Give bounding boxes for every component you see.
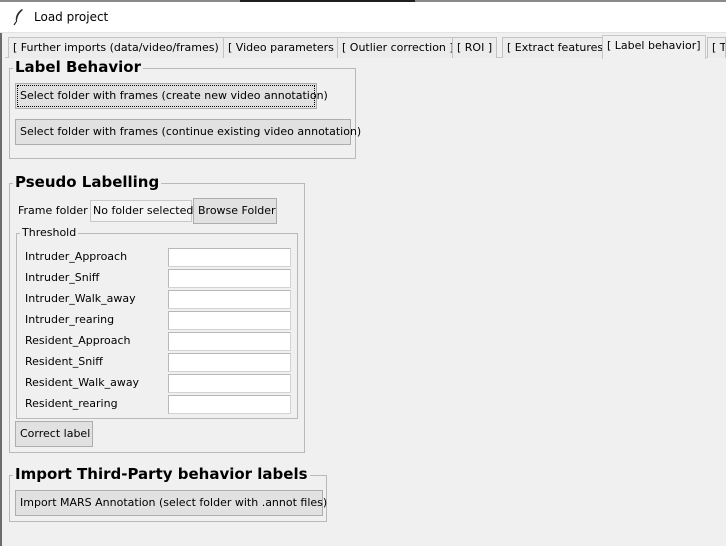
correct-label-button[interactable]: Correct label — [15, 421, 93, 447]
threshold-input[interactable] — [168, 353, 291, 372]
threshold-input[interactable] — [168, 269, 291, 288]
threshold-label: Intruder_Walk_away — [25, 292, 136, 305]
threshold-input[interactable] — [168, 395, 291, 414]
threshold-label: Intruder_Approach — [25, 250, 128, 263]
import-mars-button[interactable]: Import MARS Annotation (select folder wi… — [15, 490, 327, 516]
threshold-input[interactable] — [168, 374, 291, 393]
folder-status: No folder selected — [90, 200, 193, 222]
threshold-label: Intruder_Sniff — [25, 271, 100, 284]
tab-outlier-correction[interactable]: [ Outlier correction ] — [337, 37, 459, 58]
threshold-label: Resident_Sniff — [25, 355, 103, 368]
threshold-label: Resident_rearing — [25, 397, 118, 410]
tab-roi[interactable]: [ ROI ] — [452, 37, 498, 58]
pseudo-labelling-title: Pseudo Labelling — [13, 173, 162, 191]
label-behavior-frame — [9, 68, 356, 159]
tab-further-imports[interactable]: [ Further imports (data/video/frames) ] — [8, 37, 232, 58]
label-behavior-title: Label Behavior — [13, 58, 143, 76]
tab-truncated[interactable]: [ T — [707, 37, 726, 58]
tab-label-behavior[interactable]: [ Label behavior] — [602, 35, 706, 59]
threshold-label: Intruder_rearing — [25, 313, 115, 326]
threshold-label: Resident_Walk_away — [25, 376, 140, 389]
threshold-input[interactable] — [168, 248, 291, 267]
window-title: Load project — [34, 10, 109, 24]
threshold-label: Resident_Approach — [25, 334, 131, 347]
tab-video-parameters[interactable]: [ Video parameters ] — [223, 37, 347, 58]
third-party-title: Import Third-Party behavior labels — [13, 465, 310, 483]
browse-folder-button[interactable]: Browse Folder — [193, 198, 277, 224]
threshold-input[interactable] — [168, 290, 291, 309]
left-edge — [0, 33, 2, 546]
tk-feather-icon — [13, 9, 23, 26]
tab-extract-features[interactable]: [ Extract features ] — [502, 37, 616, 58]
threshold-title: Threshold — [20, 226, 79, 239]
tab-bar: [ Further imports (data/video/frames) ] … — [5, 35, 726, 59]
threshold-input[interactable] — [168, 332, 291, 351]
threshold-input[interactable] — [168, 311, 291, 330]
continue-annotation-button[interactable]: Select folder with frames (continue exis… — [15, 119, 361, 145]
create-new-annotation-button[interactable]: Select folder with frames (create new vi… — [15, 83, 328, 109]
frame-folder-label: Frame folder — [18, 204, 88, 217]
title-bar[interactable]: Load project — [0, 2, 726, 33]
